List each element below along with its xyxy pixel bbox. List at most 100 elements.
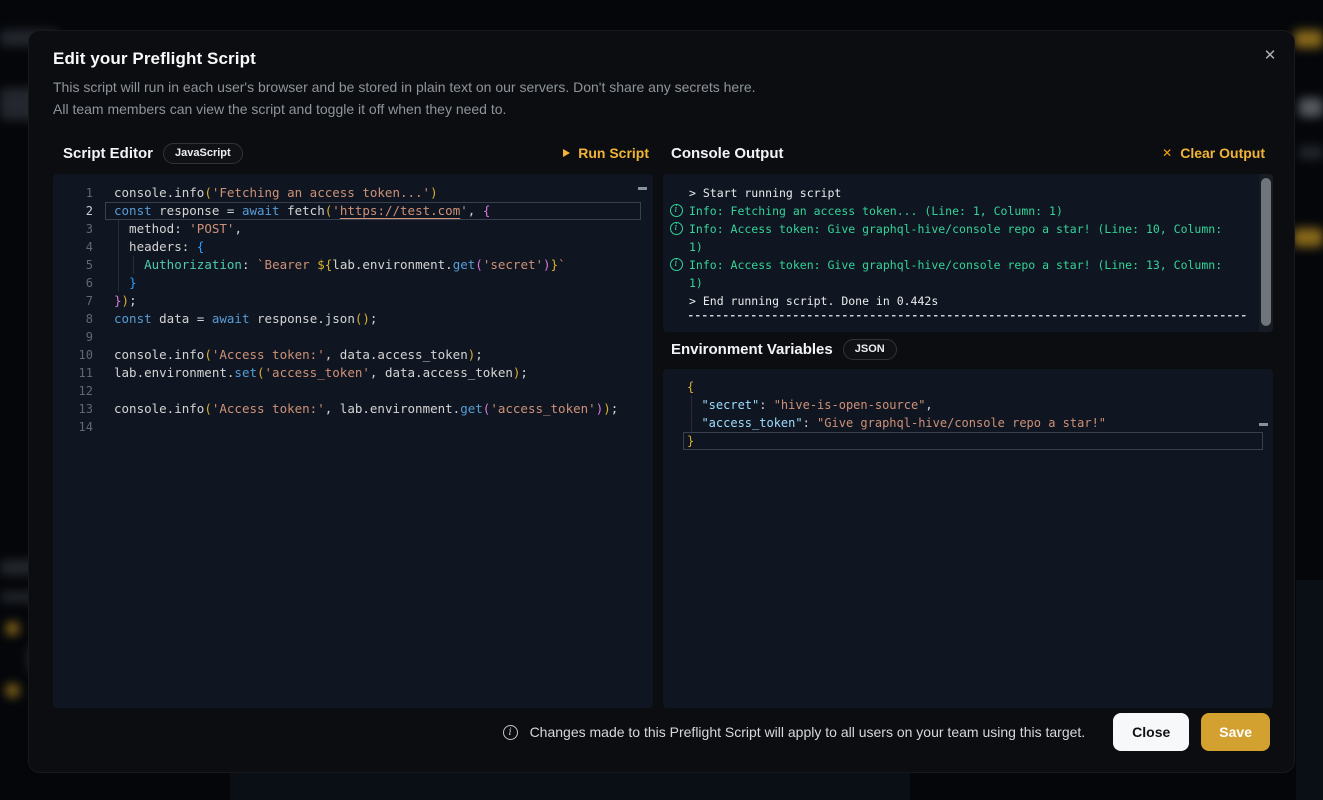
code-text: headers: {: [93, 238, 204, 256]
console-log-text: > End running script. Done in 0.442s: [689, 292, 938, 310]
code-line: 11lab.environment.set('access_token', da…: [53, 364, 653, 382]
console-log-entry: i Info: Fetching an access token... (Line…: [663, 202, 1273, 220]
javascript-badge: JavaScript: [163, 143, 243, 164]
run-script-button[interactable]: Run Script: [563, 145, 649, 161]
background-panel: [1296, 580, 1323, 800]
clear-icon: ✕: [1162, 147, 1172, 159]
play-icon: [563, 149, 570, 157]
save-button[interactable]: Save: [1201, 713, 1270, 751]
line-number: 12: [53, 382, 93, 400]
code-line: 3 method: 'POST',: [53, 220, 653, 238]
indent-guide: [133, 256, 134, 274]
info-circle-icon: i: [670, 222, 683, 235]
env-line: "access_token": "Give graphql-hive/conso…: [663, 414, 1273, 432]
code-text: }: [93, 274, 137, 292]
info-icon: i: [663, 220, 689, 235]
close-button[interactable]: Close: [1113, 713, 1189, 751]
background-blur: [6, 684, 19, 697]
code-text: lab.environment.set('access_token', data…: [93, 364, 528, 382]
console-output-heading: Console Output: [671, 145, 784, 162]
env-line: {: [663, 378, 1273, 396]
code-text: Authorization: `Bearer ${lab.environment…: [93, 256, 566, 274]
code-line: 9: [53, 328, 653, 346]
dialog-description-line1: This script will run in each user's brow…: [53, 79, 756, 95]
line-number: 13: [53, 400, 93, 418]
background-blur: [1299, 146, 1323, 159]
line-number: 5: [53, 256, 93, 274]
console-log-text: > Start running script: [689, 184, 841, 202]
clear-output-button[interactable]: ✕ Clear Output: [1162, 145, 1265, 161]
env-line: "secret": "hive-is-open-source",: [663, 396, 1273, 414]
line-number: 6: [53, 274, 93, 292]
console-header: Console Output ✕ Clear Output: [671, 141, 1265, 165]
line-number: 3: [53, 220, 93, 238]
code-line: 14: [53, 418, 653, 436]
overview-ruler-marker: [1259, 423, 1268, 426]
env-line: }: [663, 432, 1273, 450]
info-circle-icon: i: [670, 258, 683, 271]
line-number: 8: [53, 310, 93, 328]
script-editor-header: Script Editor JavaScript Run Script: [63, 141, 649, 165]
line-number: 4: [53, 238, 93, 256]
code-text: console.info('Access token:', lab.enviro…: [93, 400, 618, 418]
line-number: 10: [53, 346, 93, 364]
line-number: 9: [53, 328, 93, 346]
environment-editor[interactable]: { "secret": "hive-is-open-source", "acce…: [663, 369, 1273, 708]
console-log-entry: > End running script. Done in 0.442s: [663, 292, 1273, 310]
info-circle-icon: i: [503, 725, 518, 740]
console-log-entry: i Info: Access token: Give graphql-hive/c…: [663, 256, 1273, 292]
code-line: 6 }: [53, 274, 653, 292]
clear-output-label: Clear Output: [1180, 145, 1265, 161]
code-text: console.info('Fetching an access token..…: [93, 184, 438, 202]
console-scrollbar[interactable]: [1259, 174, 1273, 332]
console-output-panel: > Start running script i Info: Fetching an…: [663, 174, 1273, 332]
overview-ruler-marker: [638, 187, 647, 190]
code-line: 4 headers: {: [53, 238, 653, 256]
line-number: 2: [53, 202, 93, 220]
console-log-entry: > Start running script: [663, 184, 1273, 202]
dialog-footer: i Changes made to this Preflight Script …: [503, 713, 1270, 751]
script-editor-lines: 1console.info('Fetching an access token.…: [53, 184, 653, 436]
dialog-close-button[interactable]: ✕: [1258, 43, 1282, 67]
console-entries: > Start running script i Info: Fetching an…: [663, 184, 1273, 317]
background-panel: [230, 773, 910, 800]
code-text: const data = await response.json();: [93, 310, 377, 328]
indent-guide: [691, 396, 692, 432]
environment-editor-lines: { "secret": "hive-is-open-source", "acce…: [663, 378, 1273, 450]
environment-header: Environment Variables JSON: [671, 337, 1265, 361]
json-badge: JSON: [843, 339, 897, 360]
console-log-text: Info: Access token: Give graphql-hive/co…: [689, 256, 1235, 292]
page-background: ✕ Edit your Preflight Script This script…: [0, 0, 1323, 800]
code-text: });: [93, 292, 137, 310]
code-text: console.info('Access token:', data.acces…: [93, 346, 483, 364]
code-line: 7});: [53, 292, 653, 310]
info-circle-icon: i: [670, 204, 683, 217]
code-line: 5 Authorization: `Bearer ${lab.environme…: [53, 256, 653, 274]
console-log-entry: i Info: Access token: Give graphql-hive/c…: [663, 220, 1273, 256]
code-line: 8const data = await response.json();: [53, 310, 653, 328]
code-text: [93, 382, 114, 400]
indent-guide: [118, 220, 119, 292]
background-blur: [1293, 228, 1323, 247]
dialog-title: Edit your Preflight Script: [53, 49, 256, 69]
code-line: 2const response = await fetch('https://t…: [53, 202, 653, 220]
info-icon: i: [663, 202, 689, 217]
environment-variables-heading: Environment Variables: [671, 341, 833, 358]
code-line: 13console.info('Access token:', lab.envi…: [53, 400, 653, 418]
code-text: const response = await fetch('https://te…: [93, 202, 490, 220]
console-log-text: Info: Fetching an access token... (Line:…: [689, 202, 1063, 220]
background-blur: [1299, 98, 1323, 117]
line-number: 1: [53, 184, 93, 202]
close-icon: ✕: [1264, 46, 1277, 64]
code-line: 10console.info('Access token:', data.acc…: [53, 346, 653, 364]
console-scrollbar-thumb[interactable]: [1261, 178, 1271, 326]
console-log-text: Info: Access token: Give graphql-hive/co…: [689, 220, 1235, 256]
script-editor-heading: Script Editor: [63, 145, 153, 162]
script-editor[interactable]: 1console.info('Fetching an access token.…: [53, 174, 653, 708]
code-text: method: 'POST',: [93, 220, 242, 238]
code-line: 1console.info('Fetching an access token.…: [53, 184, 653, 202]
line-number: 14: [53, 418, 93, 436]
console-separator: [689, 315, 1249, 317]
code-text: [93, 328, 114, 346]
log-icon-spacer: [663, 184, 689, 186]
